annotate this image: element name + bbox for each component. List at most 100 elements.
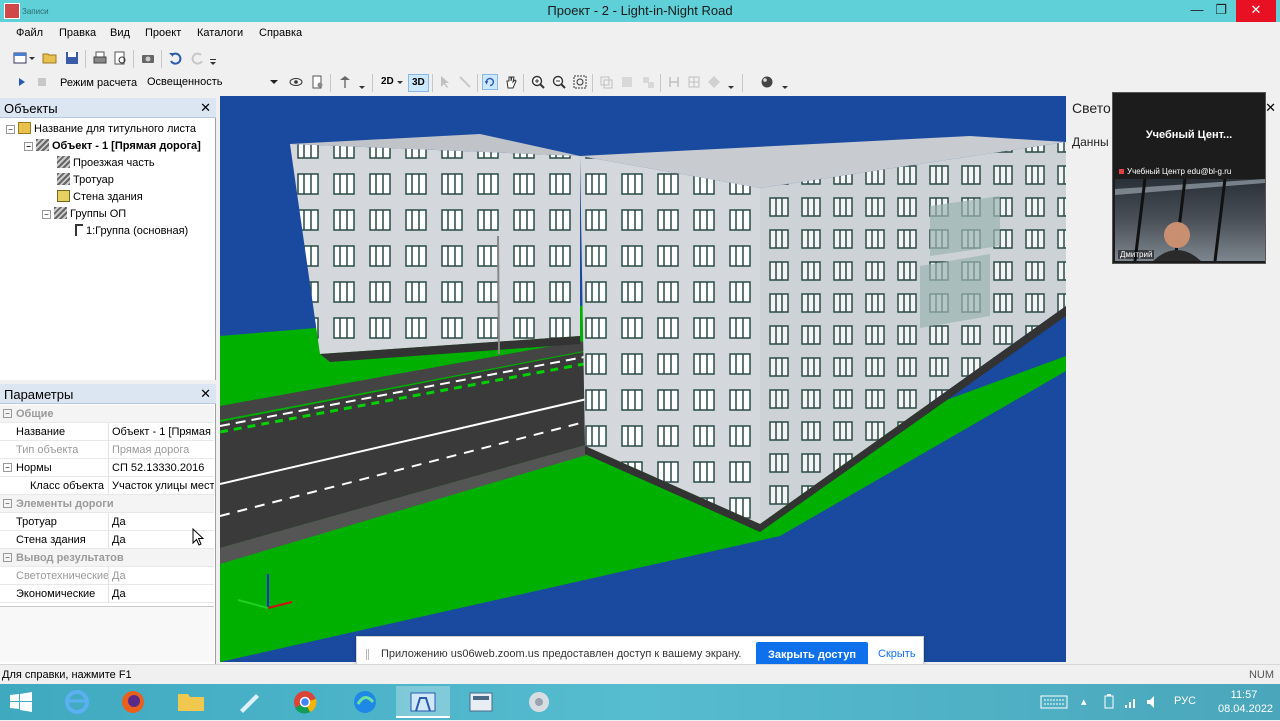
prop-value[interactable]: Объект - 1 [Прямая дорога] [112,426,214,438]
prop-sidewalk[interactable]: Тротуар Да [0,513,214,531]
tree-item-sidewalk[interactable]: Тротуар [57,173,114,186]
battery-icon[interactable] [1101,694,1117,710]
collapse-icon[interactable]: − [24,142,33,151]
collapse-icon[interactable]: − [3,499,12,508]
eye-icon[interactable] [288,74,304,90]
3d-viewport[interactable] [220,96,1066,662]
undo-icon[interactable] [167,50,183,66]
save-icon[interactable] [64,50,80,66]
prop-value[interactable]: Да [112,588,214,600]
prop-name[interactable]: Название Объект - 1 [Прямая дорога] [0,423,214,441]
close-icon[interactable]: ✕ [200,386,211,402]
taskbar-app-2[interactable] [454,686,508,718]
drag-handle-icon[interactable] [366,649,369,660]
tree-item-title-sheet[interactable]: − Название для титульного листа [6,122,196,135]
print-preview-icon[interactable] [112,50,128,66]
chevron-down-icon[interactable] [396,74,404,90]
taskbar-chrome[interactable] [278,686,332,718]
pen-icon [240,694,259,713]
page-settings-icon[interactable] [309,74,325,90]
render-sphere-icon[interactable] [759,74,775,90]
status-help-text: Для справки, нажмите F1 [2,669,132,681]
standard-toolbar [0,46,1280,72]
show-hidden-icons-icon[interactable]: ▴ [1081,695,1087,708]
view-2d-button[interactable]: 2D [378,74,397,92]
stop-icon [38,78,46,86]
hide-button[interactable]: Скрыть [878,648,916,660]
category-output[interactable]: − Вывод результатов [0,549,214,567]
collapse-icon[interactable]: − [3,463,12,472]
network-icon[interactable] [1123,694,1139,710]
prop-object-class[interactable]: Класс объекта Участок улицы местного зна… [0,477,214,495]
toolbar-options-icon[interactable] [208,50,218,66]
taskbar-firefox[interactable] [106,686,160,718]
open-folder-icon[interactable] [42,50,58,66]
prop-label: Тип объекта [16,444,79,456]
taskbar-app-3[interactable] [512,686,566,718]
new-file-icon[interactable] [12,50,28,66]
taskbar-light-in-night[interactable] [396,686,450,718]
print-icon[interactable] [92,50,108,66]
tree-item-building-wall[interactable]: Стена здания [57,190,143,203]
menu-view[interactable]: Вид [110,27,130,39]
chevron-down-icon[interactable] [726,74,736,90]
zoom-extents-icon[interactable] [572,74,588,90]
system-clock[interactable]: 11:57 08.04.2022 [1218,688,1273,716]
taskbar-edge[interactable] [338,686,392,718]
tree-item-object-1[interactable]: − Объект - 1 [Прямая дорога] [24,139,201,152]
volume-icon[interactable] [1145,694,1161,710]
chevron-down-icon[interactable] [28,50,36,66]
pan-hand-icon[interactable] [503,74,519,90]
collapse-icon[interactable]: − [3,553,12,562]
tree-item-label: Проезжая часть [73,157,155,169]
scene-3d[interactable] [220,96,1066,662]
close-icon[interactable]: ✕ [1265,100,1276,116]
play-icon[interactable] [14,74,30,90]
prop-value[interactable]: Да [112,516,214,528]
menu-help[interactable]: Справка [259,27,302,39]
windows-taskbar: ▴ РУС 11:57 08.04.2022 [0,684,1280,720]
collapse-icon[interactable]: − [6,125,15,134]
collapse-icon[interactable]: − [42,210,51,219]
category-general[interactable]: − Общие [0,405,214,423]
category-road-elements[interactable]: − Элементы дороги [0,495,214,513]
menu-edit[interactable]: Правка [59,27,96,39]
collapse-icon[interactable]: − [3,409,12,418]
tree-item-group-main[interactable]: 1:Группа (основная) [75,224,188,237]
rotate-icon[interactable] [482,74,498,90]
select-arrow-icon [441,76,449,88]
prop-label: Экономические [16,588,96,600]
windows-start-icon[interactable] [10,692,32,712]
tree-item-roadway[interactable]: Проезжая часть [57,156,155,169]
prop-value[interactable]: Участок улицы местного значения [112,480,214,492]
keyboard-icon[interactable] [1040,694,1068,710]
restore-button[interactable]: ❐ [1207,0,1235,22]
taskbar-explorer[interactable] [164,686,218,718]
prop-economic-output[interactable]: Экономические Да [0,585,214,603]
prop-value[interactable]: СП 52.13330.2016 [112,462,214,474]
zoom-in-icon[interactable] [530,74,546,90]
camera-icon[interactable] [140,50,156,66]
prop-norms[interactable]: − Нормы СП 52.13330.2016 [0,459,214,477]
taskbar-app[interactable] [222,686,276,718]
close-icon[interactable]: ✕ [200,100,211,116]
chevron-down-icon[interactable] [780,74,790,90]
menu-project[interactable]: Проект [145,27,181,39]
menu-catalogs[interactable]: Каталоги [197,27,243,39]
tree-item-label: Стена здания [73,191,143,203]
language-indicator[interactable]: РУС [1174,695,1196,707]
prop-label: Класс объекта [30,480,105,492]
chevron-down-icon[interactable] [357,74,367,90]
view-3d-button[interactable]: 3D [408,74,429,92]
street-light-icon [75,224,83,236]
zoom-out-icon[interactable] [551,74,567,90]
zoom-video-overlay[interactable]: Учебный Цент... Учебный Центр edu@bl-g.r… [1112,92,1266,264]
taskbar-ie[interactable] [50,686,104,718]
calc-mode-select[interactable]: Освещенность [144,74,280,92]
close-button[interactable]: ✕ [1236,0,1276,22]
menu-file[interactable]: Файл [16,27,43,39]
tree-item-light-groups[interactable]: − Группы ОП [42,207,126,220]
prop-building-wall[interactable]: Стена здания Да [0,531,214,549]
lamp-icon[interactable] [337,74,353,90]
balcony-strip [930,196,1000,256]
